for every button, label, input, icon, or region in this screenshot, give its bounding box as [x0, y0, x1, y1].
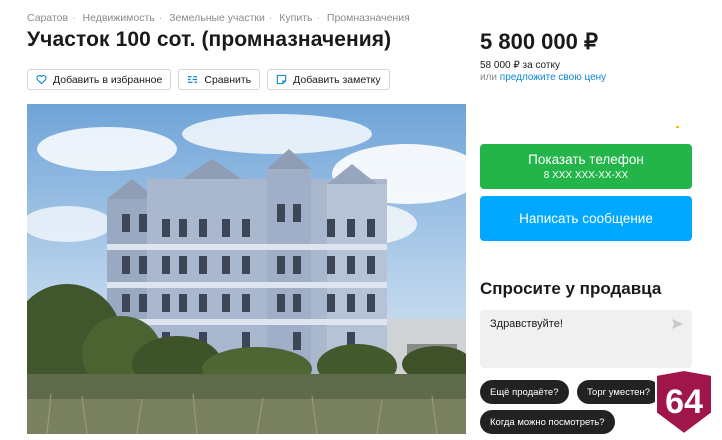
breadcrumb-separator: · — [72, 12, 76, 24]
heart-icon — [36, 75, 47, 85]
breadcrumb: Саратов · Недвижимость · Земельные участки… — [27, 12, 410, 24]
watermark-text: 64 — [665, 383, 703, 421]
send-icon[interactable] — [671, 318, 684, 330]
compare-button[interactable]: Сравнить — [178, 69, 261, 90]
price-offer: или предложите свою цену — [480, 72, 606, 83]
add-to-favorites-button[interactable]: Добавить в избранное — [27, 69, 172, 90]
ask-seller-message-field[interactable]: Здравствуйте! — [480, 310, 692, 368]
add-to-favorites-label: Добавить в избранное — [53, 73, 163, 86]
quick-question-bargain[interactable]: Торг уместен? — [577, 380, 660, 404]
add-note-button[interactable]: Добавить заметку — [267, 69, 390, 90]
breadcrumb-item[interactable]: Промназначения — [327, 12, 410, 24]
breadcrumb-item[interactable]: Саратов — [27, 12, 68, 24]
listing-photo[interactable] — [27, 104, 466, 434]
region-logo-watermark: 64 — [652, 368, 716, 436]
building-photo-image — [27, 104, 466, 434]
show-phone-label: Показать телефон — [528, 152, 644, 167]
note-icon — [276, 74, 287, 85]
breadcrumb-item[interactable]: Земельные участки — [169, 12, 265, 24]
quick-question-viewing[interactable]: Когда можно посмотреть? — [480, 410, 615, 434]
compare-label: Сравнить — [204, 73, 252, 86]
compare-icon — [188, 76, 198, 83]
price-offer-prefix: или — [480, 72, 498, 83]
offer-price-link[interactable]: предложите свою цену — [500, 72, 606, 83]
listing-actions: Добавить в избранное Сравнить Добавить з… — [27, 69, 390, 90]
breadcrumb-separator: · — [158, 12, 163, 24]
price: 5 800 000 ₽ — [480, 29, 598, 54]
ask-seller-title: Спросите у продавца — [480, 279, 662, 298]
breadcrumb-item[interactable]: Купить — [279, 12, 312, 24]
shield-icon: 64 — [655, 368, 713, 436]
breadcrumb-separator: · — [268, 12, 273, 24]
breadcrumb-separator: · — [316, 12, 321, 24]
breadcrumb-item[interactable]: Недвижимость — [83, 12, 155, 24]
price-per-unit: 58 000 ₽ за сотку — [480, 60, 560, 71]
ask-seller-message-text: Здравствуйте! — [490, 318, 563, 330]
masked-phone: 8 XXX XXX-XX-XX — [543, 170, 629, 181]
show-phone-button[interactable]: Показать телефон 8 XXX XXX-XX-XX — [480, 144, 692, 189]
add-note-label: Добавить заметку — [293, 73, 381, 86]
quick-question-still-selling[interactable]: Ещё продаёте? — [480, 380, 569, 404]
accent-mark — [676, 126, 679, 128]
page-title: Участок 100 сот. (промназначения) — [27, 28, 392, 51]
write-message-button[interactable]: Написать сообщение — [480, 196, 692, 241]
